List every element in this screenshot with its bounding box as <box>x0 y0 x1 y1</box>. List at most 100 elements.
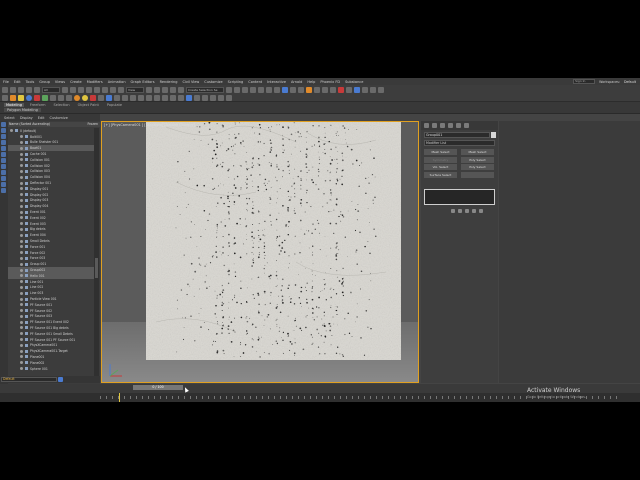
motion-tab-icon[interactable] <box>448 123 453 128</box>
visibility-eye-icon[interactable] <box>20 262 23 266</box>
visibility-eye-icon[interactable] <box>20 181 23 185</box>
vray-env-fog-icon[interactable] <box>178 95 184 101</box>
show-end-result-icon[interactable] <box>458 209 462 213</box>
modifier-set-button[interactable]: Poly Select <box>461 156 494 163</box>
visibility-eye-icon[interactable] <box>20 274 23 278</box>
utilities-tab-icon[interactable] <box>464 123 469 128</box>
vray-settings-icon[interactable] <box>218 95 224 101</box>
vray-lister-icon[interactable] <box>194 95 200 101</box>
bind-space-warp-icon[interactable] <box>34 87 40 93</box>
scene-explorer-tab[interactable]: Customize <box>50 116 68 120</box>
visibility-eye-icon[interactable] <box>20 349 23 353</box>
filter-spacewarps-icon[interactable] <box>1 170 6 175</box>
remove-modifier-icon[interactable] <box>472 209 476 213</box>
angle-snap-icon[interactable] <box>162 87 168 93</box>
visibility-eye-icon[interactable] <box>20 361 23 365</box>
visibility-eye-icon[interactable] <box>20 343 23 347</box>
current-frame-marker[interactable] <box>119 393 120 402</box>
visibility-eye-icon[interactable] <box>20 135 23 139</box>
filter-geometry-icon[interactable] <box>1 140 6 145</box>
vray-toon-icon[interactable] <box>170 95 176 101</box>
spinner-snap-icon[interactable] <box>178 87 184 93</box>
extra-tool-2-icon[interactable] <box>370 87 376 93</box>
mirror-icon[interactable] <box>226 87 232 93</box>
filter-bones-icon[interactable] <box>1 188 6 193</box>
filter-cameras-icon[interactable] <box>1 158 6 163</box>
visibility-eye-icon[interactable] <box>10 129 13 133</box>
visibility-eye-icon[interactable] <box>20 245 23 249</box>
arnold-icon[interactable] <box>330 87 336 93</box>
selection-filter-dropdown[interactable]: All <box>42 87 60 93</box>
phoenix-ocean-icon[interactable] <box>42 95 48 101</box>
tyflow-icon[interactable] <box>58 95 64 101</box>
modifier-set-button[interactable]: Poly Select <box>461 164 494 170</box>
modify-tab-icon[interactable] <box>432 123 437 128</box>
visibility-eye-icon[interactable] <box>20 326 23 330</box>
display-none-icon[interactable] <box>1 122 6 127</box>
ribbon-polygon-modeling[interactable]: Polygon Modeling <box>4 108 41 112</box>
vray-dome-icon[interactable] <box>90 95 96 101</box>
create-tab-icon[interactable] <box>424 123 429 128</box>
vray-plane-icon[interactable] <box>114 95 120 101</box>
menu-item[interactable]: Rendering <box>160 80 178 84</box>
mass-fx-icon[interactable] <box>66 95 72 101</box>
menu-item[interactable]: Civil View <box>182 80 199 84</box>
scene-explorer-tab[interactable]: Select <box>4 116 15 120</box>
vray-light-icon[interactable] <box>74 95 80 101</box>
hierarchy-tab-icon[interactable] <box>440 123 445 128</box>
modifier-set-button[interactable]: Surface Select <box>424 171 457 178</box>
vray-mesh-export-icon[interactable] <box>154 95 160 101</box>
vray-fur-icon[interactable] <box>106 95 112 101</box>
select-object-icon[interactable] <box>62 87 68 93</box>
modifier-list-dropdown[interactable]: Modifier List <box>424 140 495 146</box>
material-editor-icon[interactable] <box>282 87 288 93</box>
viewport-label[interactable]: [+] [PhysCamera001 ] [Standard] [Default… <box>104 123 195 127</box>
menu-item[interactable]: Views <box>55 80 65 84</box>
visibility-eye-icon[interactable] <box>20 291 23 295</box>
modifier-set-button[interactable]: Symmetry <box>424 156 457 163</box>
filter-groups-icon[interactable] <box>1 176 6 181</box>
visibility-eye-icon[interactable] <box>20 338 23 342</box>
visibility-eye-icon[interactable] <box>20 140 23 144</box>
percent-snap-icon[interactable] <box>170 87 176 93</box>
select-by-name-icon[interactable] <box>70 87 76 93</box>
ribbon-tab[interactable]: Modeling <box>4 103 24 107</box>
visibility-eye-icon[interactable] <box>20 210 23 214</box>
visibility-eye-icon[interactable] <box>20 280 23 284</box>
scene-explorer-tab[interactable]: Edit <box>38 116 45 120</box>
filter-xrefs-icon[interactable] <box>1 182 6 187</box>
visibility-eye-icon[interactable] <box>20 164 23 168</box>
viewport-perspective[interactable]: [+] [PhysCamera001 ] [Standard] [Default… <box>101 121 419 383</box>
modifier-set-button[interactable] <box>461 171 494 178</box>
filter-helpers-icon[interactable] <box>1 164 6 169</box>
extra-tool-1-icon[interactable] <box>362 87 368 93</box>
scene-explorer-scrollbar[interactable] <box>94 128 99 378</box>
menu-item[interactable]: Modifiers <box>87 80 103 84</box>
vray-proxy-icon[interactable] <box>98 95 104 101</box>
menu-item[interactable]: Phoenix FD <box>320 80 340 84</box>
phoenix-fire-icon[interactable] <box>10 95 16 101</box>
filter-shapes-icon[interactable] <box>1 146 6 151</box>
vray-icon[interactable] <box>338 87 344 93</box>
render-in-cloud-icon[interactable] <box>314 87 320 93</box>
render-production-icon[interactable] <box>306 87 312 93</box>
scene-explorer-tab[interactable]: Display <box>20 116 33 120</box>
object-name-field[interactable]: Group001 <box>424 132 490 138</box>
visibility-eye-icon[interactable] <box>20 198 23 202</box>
visibility-eye-icon[interactable] <box>20 204 23 208</box>
ribbon-tab[interactable]: Freeform <box>28 103 48 107</box>
pivot-center-icon[interactable] <box>146 87 152 93</box>
place-icon[interactable] <box>118 87 124 93</box>
visibility-eye-icon[interactable] <box>20 152 23 156</box>
display-invert-icon[interactable] <box>1 134 6 139</box>
unlink-icon[interactable] <box>26 87 32 93</box>
scene-row[interactable]: Sphere 001 <box>8 366 94 372</box>
ribbon-tab[interactable]: Populate <box>105 103 124 107</box>
vray-ipr-icon[interactable] <box>202 95 208 101</box>
window-crossing-icon[interactable] <box>86 87 92 93</box>
scrollbar-thumb[interactable] <box>95 258 98 278</box>
rendered-frame-window-icon[interactable] <box>298 87 304 93</box>
time-slider[interactable]: 0 / 100 <box>133 385 183 390</box>
layer-settings-icon[interactable] <box>58 377 63 382</box>
make-unique-icon[interactable] <box>465 209 469 213</box>
